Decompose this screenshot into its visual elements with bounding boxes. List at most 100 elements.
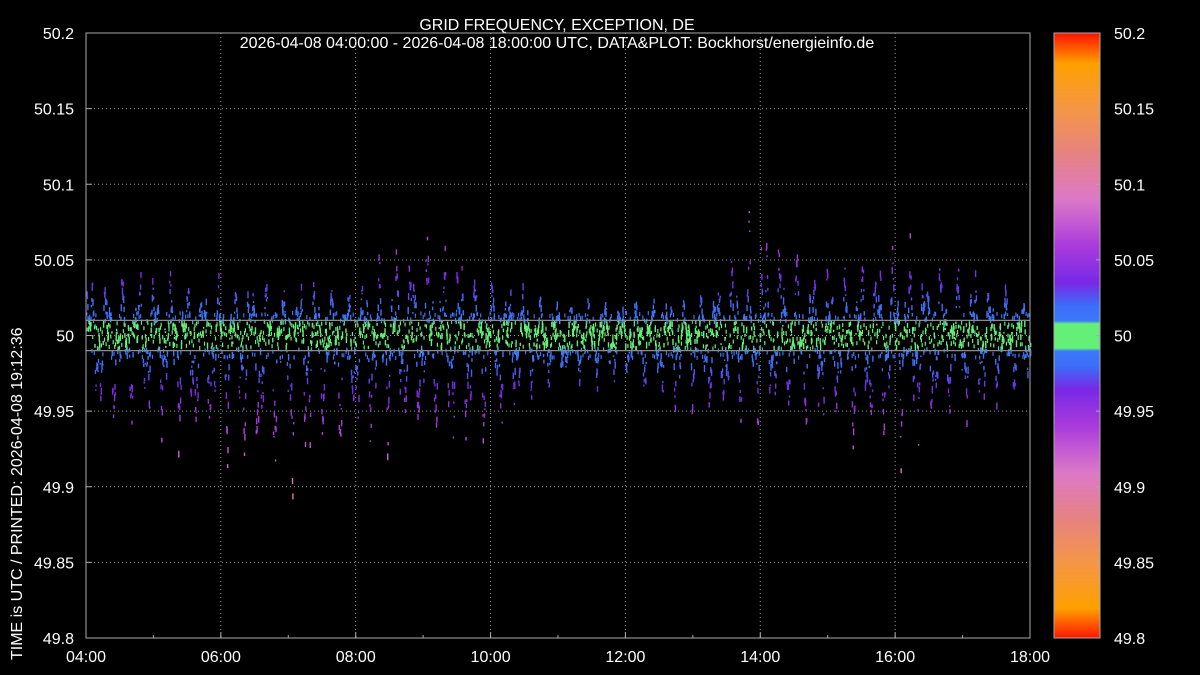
data-point: [154, 311, 157, 319]
data-point: [985, 341, 987, 348]
data-point: [270, 331, 272, 336]
data-point: [632, 339, 634, 344]
data-point: [428, 310, 431, 315]
data-point: [105, 311, 107, 315]
data-point: [1017, 327, 1020, 329]
data-point: [227, 401, 230, 409]
data-point: [180, 384, 182, 391]
data-point: [465, 345, 468, 350]
data-point: [1012, 353, 1014, 357]
data-point: [789, 380, 791, 385]
data-point: [939, 268, 941, 271]
data-point: [897, 300, 899, 307]
data-point: [586, 314, 589, 317]
data-point: [740, 335, 742, 340]
data-point: [769, 386, 771, 394]
data-point: [469, 385, 472, 389]
data-point: [778, 267, 780, 271]
data-point: [416, 361, 418, 367]
data-point: [867, 355, 869, 360]
data-point: [748, 220, 750, 223]
data-point: [158, 310, 160, 314]
data-point: [449, 337, 451, 342]
data-point: [703, 360, 705, 363]
data-point: [349, 305, 351, 308]
data-point: [122, 329, 124, 333]
data-point: [168, 327, 170, 332]
data-point: [853, 387, 855, 393]
data-point: [207, 322, 209, 327]
data-point: [996, 402, 998, 410]
data-point: [338, 341, 340, 346]
data-point: [955, 321, 957, 324]
data-point: [1004, 284, 1007, 291]
data-point: [314, 331, 316, 336]
data-point: [636, 318, 639, 325]
data-point: [272, 337, 274, 343]
data-point: [318, 306, 320, 311]
data-point: [514, 367, 516, 375]
data-point: [512, 352, 514, 358]
data-point: [147, 321, 149, 326]
data-point: [239, 376, 241, 379]
data-point: [956, 277, 959, 281]
data-point: [998, 355, 1000, 361]
data-point: [1023, 352, 1025, 356]
data-point: [360, 298, 363, 301]
data-point: [101, 370, 103, 373]
data-point: [533, 314, 535, 319]
data-point: [731, 267, 734, 274]
data-point: [328, 335, 331, 340]
data-point: [711, 357, 713, 364]
data-point: [600, 324, 603, 328]
data-point: [158, 332, 161, 339]
data-point: [307, 346, 309, 351]
data-point: [732, 303, 734, 311]
data-point: [706, 355, 708, 363]
data-point: [281, 300, 283, 307]
data-point: [741, 322, 743, 327]
data-point: [615, 342, 617, 345]
data-point: [198, 338, 200, 343]
data-point: [635, 346, 638, 351]
data-point: [100, 387, 102, 396]
y-tick-label: 49.9: [43, 480, 74, 497]
data-point: [703, 331, 705, 339]
data-point: [288, 327, 291, 334]
data-point: [224, 377, 227, 381]
data-point: [596, 368, 598, 376]
data-point: [302, 330, 304, 337]
data-point: [275, 426, 277, 433]
data-point: [784, 309, 786, 315]
data-point: [222, 331, 224, 334]
data-point: [161, 354, 163, 359]
data-point: [584, 313, 586, 318]
data-point: [484, 401, 486, 407]
data-point: [484, 339, 486, 344]
data-point: [984, 380, 986, 387]
data-point: [92, 335, 94, 339]
data-point: [791, 329, 793, 334]
data-point: [507, 334, 509, 339]
data-point: [91, 282, 94, 286]
data-point: [246, 348, 248, 350]
data-point: [765, 290, 767, 293]
data-point: [319, 328, 322, 334]
data-point: [264, 307, 266, 309]
data-point: [680, 341, 682, 346]
data-point: [143, 326, 145, 331]
data-point: [751, 326, 753, 331]
data-point: [461, 298, 463, 302]
data-point: [136, 335, 139, 343]
data-point: [452, 356, 454, 360]
y-tick-label: 49.95: [34, 404, 74, 421]
data-point: [253, 308, 255, 314]
data-point: [205, 298, 207, 306]
data-point: [976, 325, 978, 330]
data-point: [912, 352, 914, 357]
data-point: [801, 352, 803, 355]
data-point: [145, 341, 147, 348]
data-point: [1012, 316, 1014, 321]
data-point: [660, 353, 662, 359]
data-point: [782, 324, 784, 327]
